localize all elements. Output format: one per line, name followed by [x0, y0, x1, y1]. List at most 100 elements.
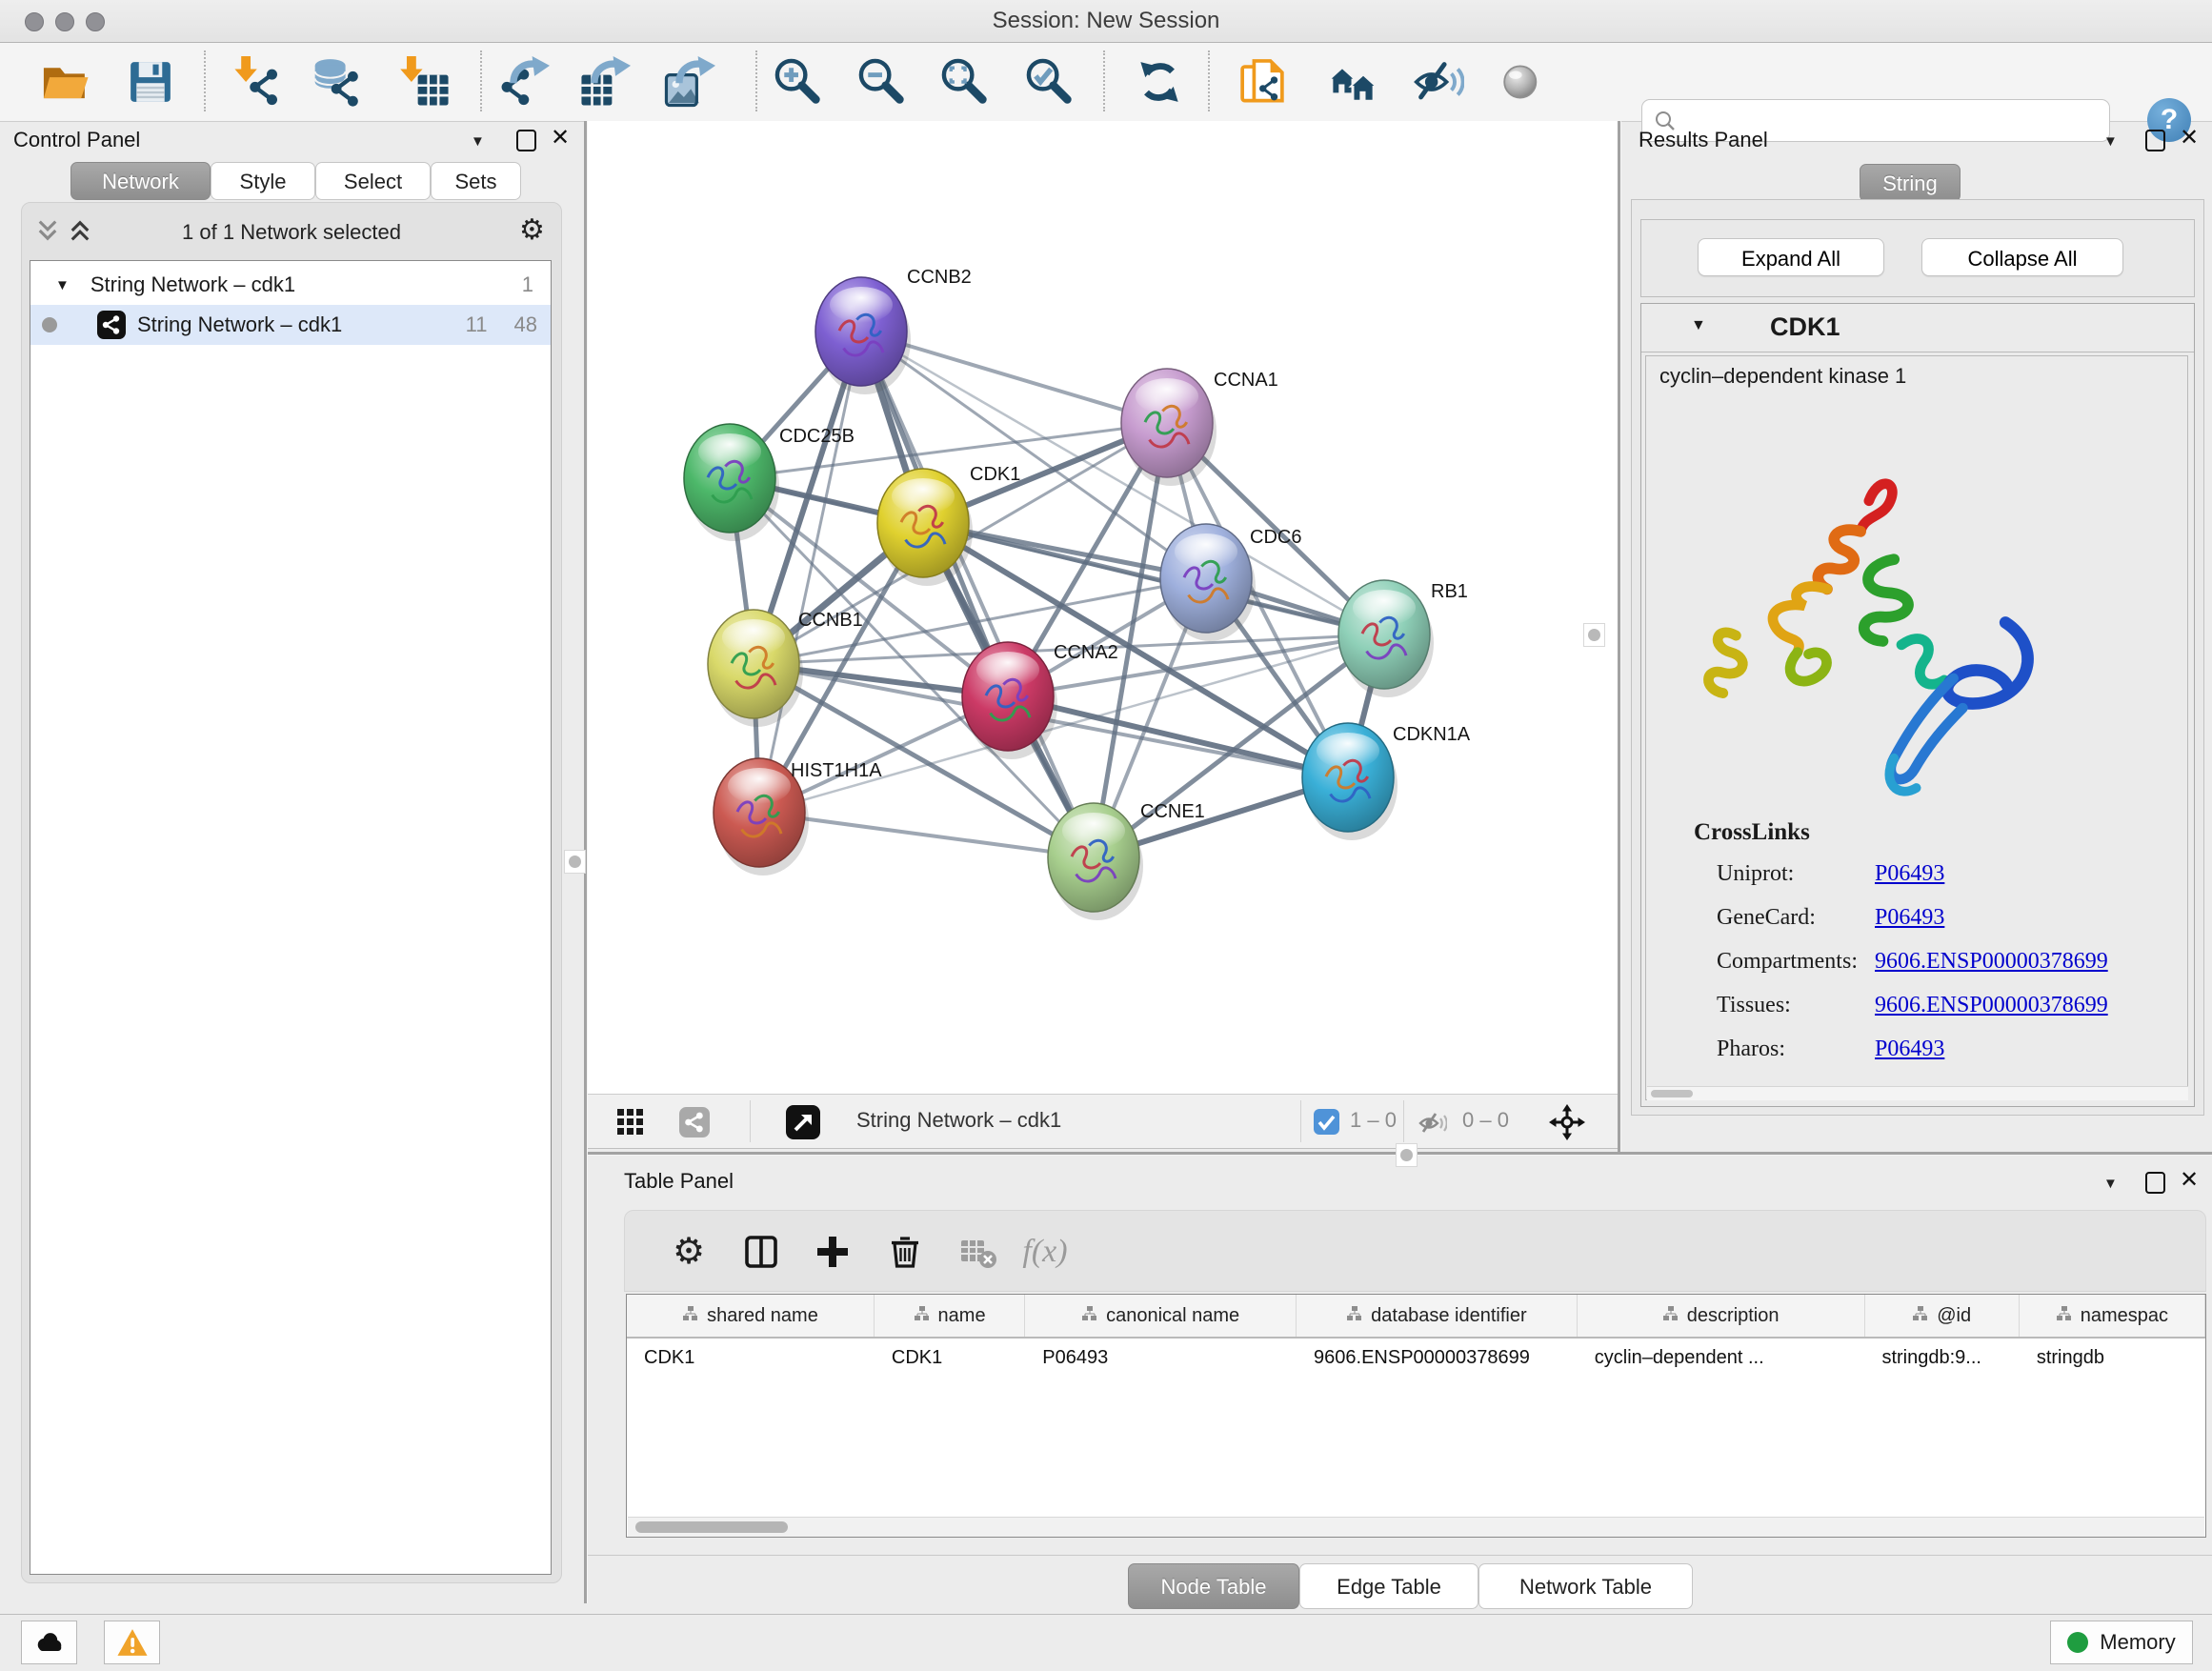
left-splitter-handle[interactable] [564, 850, 586, 874]
save-session-icon[interactable] [124, 55, 177, 109]
crosslink-value-link[interactable]: 9606.ENSP00000378699 [1875, 993, 2108, 1018]
table-options-gear-icon[interactable]: ⚙ [665, 1228, 713, 1276]
control-panel-close-icon[interactable]: ✕ [551, 124, 570, 151]
tree-expander-icon[interactable]: ▼ [55, 277, 70, 293]
open-session-icon[interactable] [38, 55, 91, 109]
crosslink-value-link[interactable]: P06493 [1875, 905, 1944, 931]
hide-enhanced-labels-icon[interactable] [1412, 55, 1465, 109]
table-cell[interactable]: stringdb:9... [1864, 1339, 2019, 1377]
glass-ball-effect-icon[interactable] [1495, 55, 1548, 109]
column-header-canonical-name[interactable]: canonical name [1025, 1295, 1297, 1337]
network-label: String Network – cdk1 [137, 312, 342, 337]
fit-selected-crosshair-icon[interactable] [1548, 1103, 1586, 1146]
cloud-icon[interactable] [21, 1621, 77, 1664]
warning-icon[interactable] [104, 1621, 160, 1664]
tab-select[interactable]: Select [315, 162, 431, 200]
table-hscrollbar[interactable] [628, 1517, 2204, 1537]
crosslink-value-link[interactable]: P06493 [1875, 1037, 1944, 1062]
string-home-icon[interactable] [1326, 55, 1379, 109]
grid-view-icon[interactable] [616, 1108, 645, 1141]
control-panel-menu-icon[interactable]: ▼ [471, 133, 485, 150]
right-splitter[interactable] [1618, 121, 1621, 1154]
network-node-CCNA1[interactable]: CCNA1 [1121, 369, 1278, 486]
options-gear-icon[interactable]: ⚙ [519, 216, 545, 245]
tab-string[interactable]: String [1860, 164, 1961, 202]
clone-network-icon[interactable] [1236, 55, 1289, 109]
function-builder-icon[interactable]: f(x) [1021, 1228, 1069, 1276]
entry-expander-icon[interactable]: ▼ [1691, 317, 1706, 334]
import-network-database-icon[interactable] [311, 55, 364, 109]
tab-edge-table[interactable]: Edge Table [1299, 1563, 1478, 1609]
table-cell[interactable]: CDK1 [875, 1339, 1025, 1377]
table-cell[interactable]: P06493 [1025, 1339, 1297, 1377]
table-cell[interactable]: cyclin–dependent ... [1578, 1339, 1865, 1377]
network-collection-row[interactable]: ▼ String Network – cdk1 1 [30, 265, 551, 305]
results-panel-close-icon[interactable]: ✕ [2180, 124, 2199, 151]
node-label: CDC6 [1250, 527, 1301, 548]
memory-button[interactable]: Memory [2050, 1621, 2193, 1664]
tab-style[interactable]: Style [211, 162, 315, 200]
delete-column-icon[interactable] [881, 1228, 929, 1276]
table-cell[interactable]: CDK1 [627, 1339, 875, 1377]
zoom-in-icon[interactable] [772, 55, 825, 109]
delete-table-icon[interactable] [955, 1228, 1002, 1276]
zoom-out-icon[interactable] [855, 55, 909, 109]
network-node-HIST1H1A[interactable]: HIST1H1A [714, 758, 882, 876]
tab-node-table[interactable]: Node Table [1128, 1563, 1299, 1609]
results-panel-float-icon[interactable] [2145, 130, 2165, 151]
collapse-all-button[interactable]: Collapse All [1921, 238, 2123, 276]
column-header-database-identifier[interactable]: database identifier [1297, 1295, 1578, 1337]
export-table-icon[interactable] [578, 55, 632, 109]
table-panel-menu-icon[interactable]: ▼ [2103, 1176, 2118, 1192]
network-node-RB1[interactable]: RB1 [1338, 580, 1468, 697]
zoom-selected-icon[interactable] [1023, 55, 1076, 109]
column-header-description[interactable]: description [1578, 1295, 1865, 1337]
network-canvas[interactable]: CCNB2CCNA1CDC25BCDK1CDC6RB1CCNB1CCNA2CDK… [588, 121, 1618, 1094]
network-node-CCNA2[interactable]: CCNA2 [962, 642, 1118, 759]
network-edge[interactable] [759, 813, 1094, 857]
network-node-CDC6[interactable]: CDC6 [1160, 524, 1301, 641]
control-panel-float-icon[interactable] [516, 130, 536, 151]
column-header-namespac[interactable]: namespac [2020, 1295, 2205, 1337]
entry-header[interactable]: ▼ CDK1 [1641, 304, 2194, 352]
table-cell[interactable]: stringdb [2020, 1339, 2205, 1377]
column-header-shared-name[interactable]: shared name [627, 1295, 875, 1337]
network-row-selected[interactable]: String Network – cdk1 11 48 [30, 305, 551, 345]
right-splitter-handle[interactable] [1583, 623, 1605, 647]
crosslink-value-link[interactable]: P06493 [1875, 861, 1944, 887]
entry-hscrollbar[interactable] [1647, 1086, 2188, 1100]
expand-all-button[interactable]: Expand All [1698, 238, 1884, 276]
crosslink-value-link[interactable]: 9606.ENSP00000378699 [1875, 949, 2108, 975]
network-edge[interactable] [861, 332, 1094, 857]
network-node-CCNE1[interactable]: CCNE1 [1048, 801, 1205, 920]
export-network-icon[interactable] [497, 55, 551, 109]
import-table-file-icon[interactable] [398, 55, 452, 109]
column-header-name[interactable]: name [875, 1295, 1025, 1337]
network-edge[interactable] [759, 332, 861, 813]
export-image-icon[interactable] [663, 55, 716, 109]
tab-network[interactable]: Network [70, 162, 211, 200]
hidden-eye-icon[interactable] [1418, 1109, 1447, 1142]
import-network-file-icon[interactable] [231, 55, 285, 109]
network-node-CDKN1A[interactable]: CDKN1A [1302, 723, 1471, 840]
open-in-window-icon[interactable] [786, 1105, 820, 1144]
tab-network-table[interactable]: Network Table [1478, 1563, 1693, 1609]
refresh-view-icon[interactable] [1133, 55, 1186, 109]
selected-checkbox-icon[interactable] [1314, 1109, 1339, 1139]
table-row[interactable]: CDK1CDK1P064939606.ENSP00000378699cyclin… [627, 1339, 2205, 1377]
tab-sets[interactable]: Sets [431, 162, 521, 200]
table-panel-float-icon[interactable] [2145, 1172, 2165, 1194]
table-panel-close-icon[interactable]: ✕ [2180, 1166, 2199, 1194]
birds-eye-icon[interactable] [679, 1107, 710, 1142]
node-label: CDKN1A [1393, 724, 1471, 745]
add-column-icon[interactable] [809, 1228, 856, 1276]
column-type-icon [1912, 1305, 1928, 1327]
crosslink-label: Tissues: [1717, 993, 1791, 1018]
column-header-@id[interactable]: @id [1865, 1295, 2020, 1337]
results-panel-menu-icon[interactable]: ▼ [2103, 133, 2118, 150]
show-columns-icon[interactable] [737, 1228, 785, 1276]
zoom-fit-icon[interactable] [938, 55, 992, 109]
network-node-CCNB2[interactable]: CCNB2 [815, 267, 972, 394]
table-cell[interactable]: 9606.ENSP00000378699 [1297, 1339, 1578, 1377]
bottom-splitter-handle[interactable] [1396, 1143, 1418, 1167]
